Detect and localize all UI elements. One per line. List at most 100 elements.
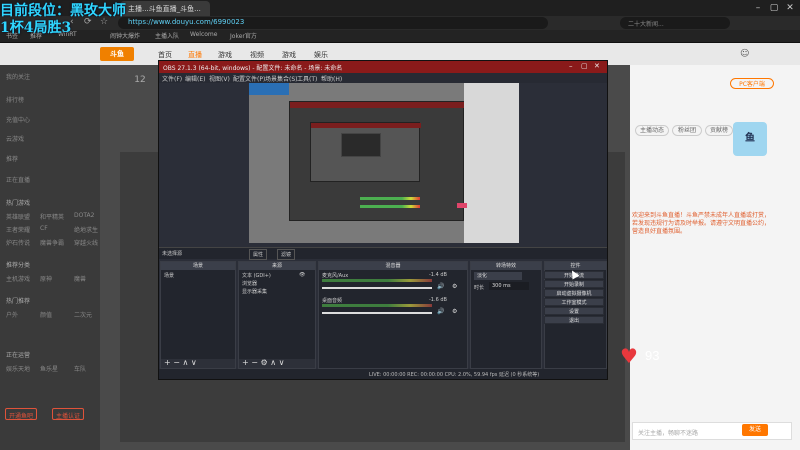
- user-icon[interactable]: ☺: [740, 49, 749, 59]
- sidebar-row[interactable]: 和平精英: [40, 212, 64, 221]
- sidebar-row[interactable]: 魔兽: [74, 274, 86, 283]
- sidebar-row[interactable]: 绝地求生: [74, 225, 98, 234]
- site-logo[interactable]: 斗鱼: [100, 47, 134, 61]
- audio-meter: [322, 279, 432, 282]
- tab-streamer[interactable]: 主播动态: [635, 125, 669, 136]
- sidebar-row[interactable]: 车队: [74, 364, 86, 373]
- nav-item[interactable]: 直播: [188, 50, 202, 60]
- sidebar-row[interactable]: 魔兽争霸: [40, 238, 64, 247]
- volume-slider[interactable]: [322, 312, 432, 314]
- sidebar-row[interactable]: 娱乐天地: [6, 364, 30, 373]
- tab-contrib[interactable]: 贡献榜: [705, 125, 733, 136]
- volume-slider[interactable]: [322, 287, 432, 289]
- obs-menu-view[interactable]: 视图(V): [209, 74, 230, 83]
- eye-icon[interactable]: 👁: [299, 272, 305, 278]
- nav-item[interactable]: 游戏: [282, 50, 296, 60]
- tab-fans[interactable]: 粉丝团: [672, 125, 702, 136]
- start-recording-button[interactable]: 开始录制: [544, 280, 604, 288]
- sidebar-item-cloudgame[interactable]: 云游戏: [6, 134, 24, 143]
- transition-select[interactable]: 淡化: [474, 272, 522, 280]
- source-item-text[interactable]: 文本 (GDI+): [242, 272, 271, 279]
- obs-status-text: LIVE: 00:00:00 REC: 00:00:00 CPU: 2.0%, …: [369, 372, 540, 378]
- sidebar-row[interactable]: 二次元: [74, 310, 92, 319]
- sidebar-row[interactable]: 主机游戏: [6, 274, 30, 283]
- maximize-icon[interactable]: ▢: [768, 2, 780, 14]
- send-button[interactable]: 发送: [742, 424, 768, 436]
- sidebar-section-title: 热门游戏: [6, 200, 31, 207]
- obs-menu-scenecollection[interactable]: 场景集合(S): [265, 74, 298, 83]
- sidebar-row[interactable]: 英雄联盟: [6, 212, 30, 221]
- sidebar-item-follow[interactable]: 我的关注: [6, 72, 30, 81]
- obs-menu-tools[interactable]: 工具(T): [297, 74, 317, 83]
- obs-maximize-icon[interactable]: ▢: [581, 62, 588, 70]
- sidebar-row[interactable]: 颜值: [40, 310, 52, 319]
- obs-minimize-icon[interactable]: –: [569, 62, 573, 70]
- mixer-track-name: 麦克风/Aux: [322, 273, 349, 279]
- pc-client-button[interactable]: PC客户端: [730, 78, 774, 89]
- sidebar-item-recommend[interactable]: 推荐: [6, 154, 18, 163]
- sources-panel: 来源 文本 (GDI+) 浏览器 显示器采集 👁 + − ⚙ ∧ ∨: [238, 261, 316, 369]
- heart-icon[interactable]: ♥: [620, 344, 638, 368]
- obs-close-icon[interactable]: ✕: [594, 62, 600, 70]
- open-fishbar-button[interactable]: 开通鱼吧: [5, 408, 38, 420]
- speaker-icon[interactable]: 🔊: [437, 283, 444, 290]
- transitions-header: 转场特效: [471, 262, 541, 270]
- speaker-icon[interactable]: 🔊: [437, 308, 444, 315]
- sidebar-section-title: 热门推荐: [6, 298, 31, 305]
- obs-menu-bar: 文件(F) 编辑(E) 视图(V) 配置文件(P) 场景集合(S) 工具(T) …: [159, 73, 607, 83]
- obs-menu-profile[interactable]: 配置文件(P): [233, 74, 265, 83]
- filters-button[interactable]: 滤镜: [277, 249, 296, 260]
- sidebar-row[interactable]: 鱼乐星: [40, 364, 58, 373]
- browser-tab[interactable]: 主播...斗鱼直播_斗鱼...: [120, 1, 210, 16]
- sidebar-row[interactable]: 户外: [6, 310, 18, 319]
- gear-icon[interactable]: ⚙: [452, 308, 457, 315]
- sidebar-row[interactable]: 穿越火线: [74, 238, 98, 247]
- streamer-cert-button[interactable]: 主播认证: [52, 408, 85, 420]
- virtual-camera-button[interactable]: 启动虚拟摄像机: [544, 289, 604, 297]
- gear-icon[interactable]: ⚙: [452, 283, 457, 290]
- obs-menu-edit[interactable]: 编辑(E): [185, 74, 205, 83]
- nested-obs-window-3: [341, 133, 381, 157]
- nav-item[interactable]: 首页: [158, 50, 172, 60]
- bookmark-item[interactable]: 闹钟大爆炸: [110, 31, 140, 40]
- minimize-icon[interactable]: –: [752, 2, 764, 14]
- properties-button[interactable]: 属性: [249, 249, 268, 260]
- obs-menu-file[interactable]: 文件(F): [162, 74, 182, 83]
- sidebar-row[interactable]: 王者荣耀: [6, 225, 30, 234]
- studio-mode-button[interactable]: 工作室模式: [544, 298, 604, 306]
- duration-input[interactable]: 300 ms: [489, 282, 529, 290]
- search-input[interactable]: 二十大新闻...: [620, 17, 730, 29]
- nested-title-bar: [290, 102, 465, 108]
- bookmark-item[interactable]: Welcome: [190, 31, 217, 38]
- url-input[interactable]: https://www.douyu.com/6990023: [118, 17, 548, 29]
- scenes-footer: + − ∧ ∨: [161, 359, 235, 368]
- sidebar-item-recharge[interactable]: 充值中心: [6, 115, 30, 124]
- settings-button[interactable]: 设置: [544, 307, 604, 315]
- obs-menu-help[interactable]: 帮助(H): [321, 74, 342, 83]
- sidebar-row[interactable]: DOTA2: [74, 212, 94, 219]
- scene-item[interactable]: 场景: [164, 272, 174, 279]
- streamer-count: 12: [134, 75, 146, 85]
- sidebar-item-live[interactable]: 正在直播: [6, 175, 30, 184]
- bookmark-item[interactable]: Joker官方: [230, 31, 257, 40]
- promo-badge[interactable]: 鱼: [733, 122, 767, 156]
- sidebar-row[interactable]: CF: [40, 225, 48, 232]
- close-icon[interactable]: ✕: [784, 2, 796, 14]
- nav-item[interactable]: 游戏: [218, 50, 232, 60]
- nav-item[interactable]: 娱乐: [314, 50, 328, 60]
- nested-heart-marker: [457, 203, 467, 208]
- no-source-label: 未选择源: [162, 251, 183, 257]
- sidebar-item-rank[interactable]: 排行榜: [6, 95, 24, 104]
- source-item-browser[interactable]: 浏览器: [242, 280, 257, 287]
- sidebar-row[interactable]: 原神: [40, 274, 52, 283]
- exit-button[interactable]: 退出: [544, 316, 604, 324]
- chat-notice: 欢迎来到斗鱼直播！斗鱼严禁未成年人直播或打赏，若发现违规行为请及时举报。请遵守文…: [632, 212, 771, 235]
- sidebar-row[interactable]: 炉石传说: [6, 238, 30, 247]
- nav-item[interactable]: 视频: [250, 50, 264, 60]
- duration-label: 时长: [474, 285, 485, 291]
- chat-input[interactable]: 关注主播，畅聊不迷路: [632, 422, 792, 440]
- bookmark-item[interactable]: 主播入队: [155, 31, 179, 40]
- source-item-display[interactable]: 显示器采集: [242, 288, 267, 295]
- obs-preview[interactable]: [249, 83, 519, 243]
- transitions-panel: 转场特效 淡化 时长 300 ms: [470, 261, 542, 369]
